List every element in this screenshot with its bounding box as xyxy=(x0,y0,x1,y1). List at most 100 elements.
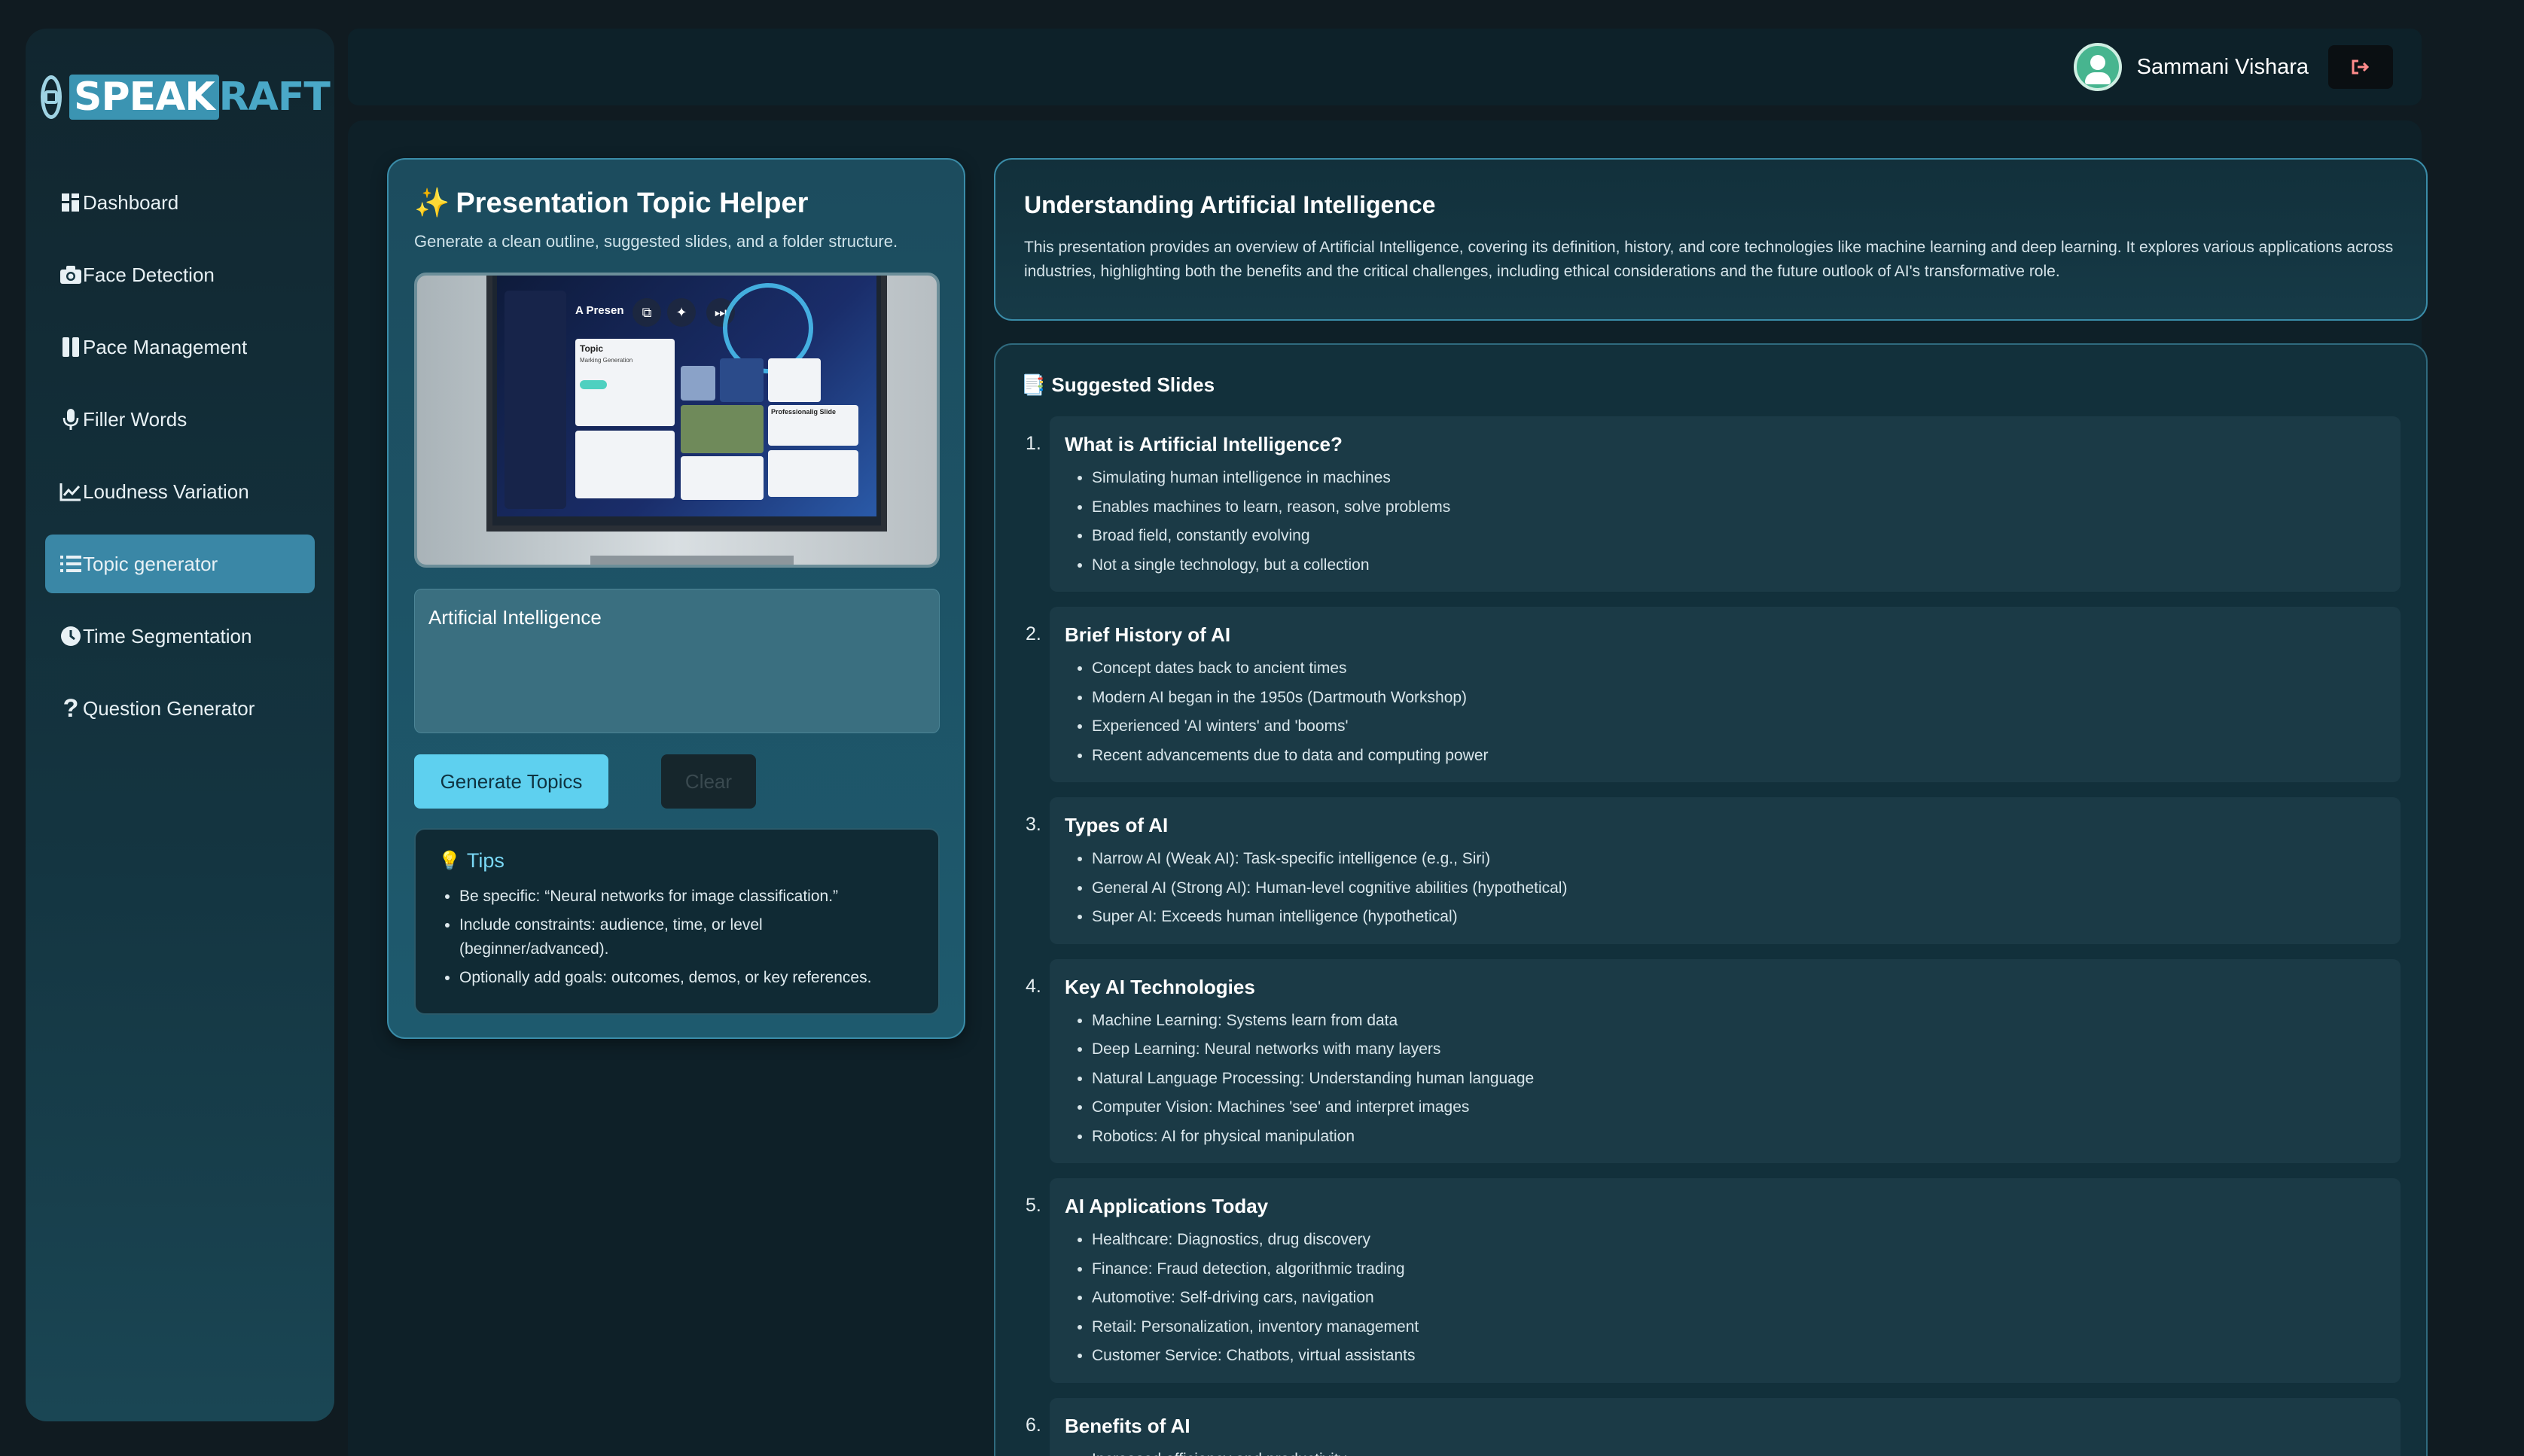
slide-bullet: Concept dates back to ancient times xyxy=(1092,654,2385,684)
slide-bullets: Increased efficiency and productivity xyxy=(1065,1445,2385,1456)
slide-bullet: Robotics: AI for physical manipulation xyxy=(1092,1122,2385,1152)
tips-title: 💡 Tips xyxy=(438,849,504,872)
slide-bullet: Broad field, constantly evolving xyxy=(1092,522,2385,551)
slide-bullet: Computer Vision: Machines 'see' and inte… xyxy=(1092,1093,2385,1122)
avatar xyxy=(2073,43,2122,91)
overview-title: Understanding Artificial Intelligence xyxy=(1024,191,1436,218)
topic-helper-card: ✨ Presentation Topic Helper Generate a cl… xyxy=(387,158,965,1039)
overview-description: This presentation provides an overview o… xyxy=(1024,239,2394,280)
slide-title: What is Artificial Intelligence? xyxy=(1065,433,1343,455)
slide-item: 6. Benefits of AI Increased efficiency and… xyxy=(1021,1397,2401,1456)
tips-list: Be specific: “Neural networks for image … xyxy=(438,885,916,990)
sidebar-item-face-detection[interactable]: Face Detection xyxy=(45,245,315,304)
slide-bullets: Narrow AI (Weak AI): Task-specific intel… xyxy=(1065,845,2385,932)
logout-button[interactable] xyxy=(2328,45,2393,89)
slide-box: Key AI Technologies Machine Learning: Sys… xyxy=(1050,958,2401,1163)
slide-bullet: Narrow AI (Weak AI): Task-specific intel… xyxy=(1092,845,2385,874)
sidebar-item-label: Filler Words xyxy=(83,407,187,431)
tip-item: Be specific: “Neural networks for image … xyxy=(459,885,916,909)
app-window: SPEAK RAFT Dashboard Face Detection Pace … xyxy=(0,0,2524,1456)
logo-icon xyxy=(41,75,62,119)
slide-title: Key AI Technologies xyxy=(1065,975,1255,998)
slide-bullet: Increased efficiency and productivity xyxy=(1092,1445,2385,1456)
topic-input[interactable] xyxy=(414,589,940,733)
preview-image: A Presen ⧉ ✦ ⏭ Topic Marking Generation xyxy=(414,273,940,568)
sidebar-item-loudness-variation[interactable]: Loudness Variation xyxy=(45,462,315,521)
sidebar-item-label: Topic generator xyxy=(83,552,218,575)
slide-bullets: Healthcare: Diagnostics, drug discoveryF… xyxy=(1065,1226,2385,1371)
overview-card: Understanding Artificial Intelligence Th… xyxy=(994,158,2428,321)
clock-icon xyxy=(59,624,83,648)
sidebar-item-pace-management[interactable]: Pace Management xyxy=(45,318,315,376)
slides-list: 1. What is Artificial Intelligence? Simula… xyxy=(1021,416,2401,1456)
preview-card-topic: Topic xyxy=(580,343,604,354)
sidebar-item-label: Dashboard xyxy=(83,190,179,214)
logout-icon xyxy=(2352,59,2370,75)
tip-item: Optionally add goals: outcomes, demos, o… xyxy=(459,966,916,990)
slide-bullet: Simulating human intelligence in machine… xyxy=(1092,464,2385,493)
logo[interactable]: SPEAK RAFT xyxy=(41,56,331,139)
list-icon xyxy=(59,552,83,576)
top-header: Sammani Vishara xyxy=(348,29,2422,105)
monitor-illustration: A Presen ⧉ ✦ ⏭ Topic Marking Generation xyxy=(486,276,887,532)
preview-title: A Presen xyxy=(575,304,624,317)
main-content: ✨ Presentation Topic Helper Generate a cl… xyxy=(348,120,2428,1456)
sidebar-item-label: Pace Management xyxy=(83,335,248,358)
slide-bullet: Modern AI began in the 1950s (Dartmouth … xyxy=(1092,684,2385,713)
book-icon: 📑 xyxy=(1021,373,1046,396)
slide-bullet: Healthcare: Diagnostics, drug discovery xyxy=(1092,1226,2385,1255)
camera-icon xyxy=(59,263,83,287)
grid-icon xyxy=(59,190,83,215)
slide-bullet: General AI (Strong AI): Human-level cogn… xyxy=(1092,874,2385,903)
slide-item: 3. Types of AI Narrow AI (Weak AI): Task-s… xyxy=(1021,797,2401,944)
clear-button[interactable]: Clear xyxy=(661,754,756,809)
slide-bullets: Simulating human intelligence in machine… xyxy=(1065,464,2385,580)
sidebar-item-label: Time Segmentation xyxy=(83,624,252,647)
slide-box: What is Artificial Intelligence? Simulati… xyxy=(1050,416,2401,592)
slide-bullet: Deep Learning: Neural networks with many… xyxy=(1092,1035,2385,1065)
slide-bullets: Concept dates back to ancient timesModer… xyxy=(1065,654,2385,770)
slide-bullet: Machine Learning: Systems learn from dat… xyxy=(1092,1007,2385,1036)
sidebar-item-question-generator[interactable]: ? Question Generator xyxy=(45,679,315,738)
slide-number: 2. xyxy=(1026,623,1041,644)
preview-card-marking: Marking Generation xyxy=(580,357,633,364)
slide-bullet: Natural Language Processing: Understandi… xyxy=(1092,1065,2385,1094)
suggested-slides-heading: 📑 Suggested Slides xyxy=(1021,373,1215,396)
user-name: Sammani Vishara xyxy=(2136,54,2309,79)
microphone-icon xyxy=(59,407,83,431)
slide-number: 4. xyxy=(1026,975,1041,997)
preview-card-slide: Professionalig Slide xyxy=(771,408,837,416)
slide-box: Brief History of AI Concept dates back to… xyxy=(1050,607,2401,782)
slide-box: AI Applications Today Healthcare: Diagnos… xyxy=(1050,1178,2401,1383)
slide-bullet: Recent advancements due to data and comp… xyxy=(1092,742,2385,771)
slide-title: Benefits of AI xyxy=(1065,1414,1190,1437)
sidebar-item-label: Face Detection xyxy=(83,263,215,286)
slide-bullet: Finance: Fraud detection, algorithmic tr… xyxy=(1092,1255,2385,1284)
tip-item: Include constraints: audience, time, or … xyxy=(459,913,916,961)
sidebar-item-label: Question Generator xyxy=(83,696,255,720)
slide-box: Types of AI Narrow AI (Weak AI): Task-spe… xyxy=(1050,797,2401,944)
suggested-slides-card: 📑 Suggested Slides 1. What is Artificial I… xyxy=(994,343,2428,1456)
slide-item: 2. Brief History of AI Concept dates back … xyxy=(1021,607,2401,782)
generate-topics-button[interactable]: Generate Topics xyxy=(414,754,608,809)
helper-title: ✨ Presentation Topic Helper xyxy=(414,187,809,219)
slide-bullet: Enables machines to learn, reason, solve… xyxy=(1092,493,2385,522)
logo-text: SPEAK RAFT xyxy=(69,75,331,120)
slide-number: 3. xyxy=(1026,814,1041,835)
slide-bullet: Experienced 'AI winters' and 'booms' xyxy=(1092,712,2385,742)
slide-title: AI Applications Today xyxy=(1065,1195,1269,1217)
pause-icon xyxy=(59,335,83,359)
sidebar-item-filler-words[interactable]: Filler Words xyxy=(45,390,315,449)
sidebar-item-topic-generator[interactable]: Topic generator xyxy=(45,535,315,593)
slide-title: Types of AI xyxy=(1065,814,1169,836)
sidebar-item-time-segmentation[interactable]: Time Segmentation xyxy=(45,607,315,666)
slide-title: Brief History of AI xyxy=(1065,623,1231,646)
lightbulb-icon: 💡 xyxy=(438,851,461,871)
sidebar-item-dashboard[interactable]: Dashboard xyxy=(45,173,315,232)
slide-bullets: Machine Learning: Systems learn from dat… xyxy=(1065,1007,2385,1152)
slide-item: 1. What is Artificial Intelligence? Simula… xyxy=(1021,416,2401,592)
slide-box: Benefits of AI Increased efficiency and p… xyxy=(1050,1397,2401,1456)
user-profile[interactable]: Sammani Vishara xyxy=(2073,42,2309,92)
slide-bullet: Retail: Personalization, inventory manag… xyxy=(1092,1313,2385,1342)
slide-number: 6. xyxy=(1026,1414,1041,1436)
